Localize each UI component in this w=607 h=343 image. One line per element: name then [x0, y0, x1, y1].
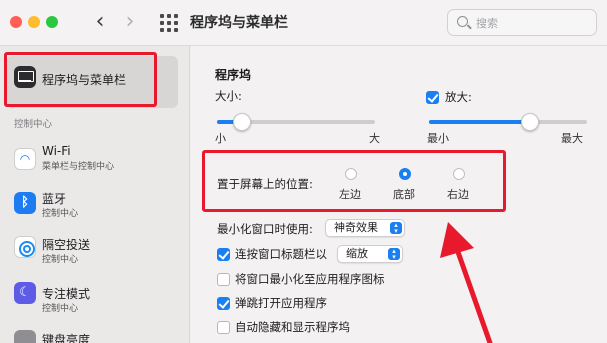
annotation-arrow [440, 222, 493, 343]
